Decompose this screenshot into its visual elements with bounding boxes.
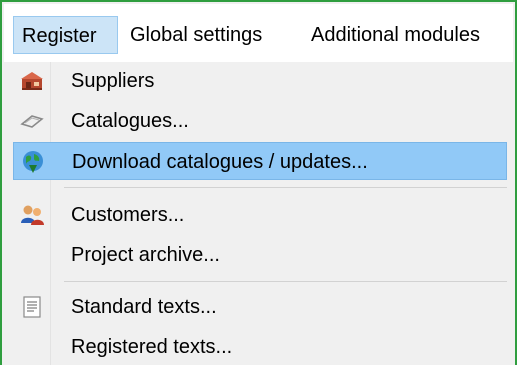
document-text-icon xyxy=(19,294,45,320)
register-dropdown: Suppliers Catalogues... Download catalog… xyxy=(4,62,513,365)
menu-additional-modules[interactable]: Additional modules xyxy=(311,16,480,54)
menu-item-label: Download catalogues / updates... xyxy=(72,151,368,173)
globe-download-icon xyxy=(20,149,46,175)
menu-item-label: Standard texts... xyxy=(71,296,217,318)
menu-separator xyxy=(64,281,507,282)
menu-item-label: Customers... xyxy=(71,204,185,226)
suppliers-icon xyxy=(19,68,45,94)
menu-item-customers[interactable]: Customers... xyxy=(13,196,507,234)
menu-item-catalogues[interactable]: Catalogues... xyxy=(13,102,507,140)
menu-item-standard-texts[interactable]: Standard texts... xyxy=(13,288,507,326)
menu-global-settings[interactable]: Global settings xyxy=(130,16,262,54)
catalogue-icon xyxy=(19,108,45,134)
menu-item-label: Project archive... xyxy=(71,244,220,266)
menu-item-label: Suppliers xyxy=(71,70,155,92)
menu-bar: Register Global settings Additional modu… xyxy=(4,4,513,62)
menu-item-registered-texts[interactable]: Registered texts... xyxy=(13,328,507,366)
customers-icon xyxy=(19,202,45,228)
menu-item-project-archive[interactable]: Project archive... xyxy=(13,236,507,274)
menu-item-label: Catalogues... xyxy=(71,110,189,132)
menu-item-suppliers[interactable]: Suppliers xyxy=(13,62,507,100)
menu-separator xyxy=(64,187,507,188)
menu-item-label: Registered texts... xyxy=(71,336,233,358)
menu-item-download-catalogues[interactable]: Download catalogues / updates... xyxy=(13,142,507,180)
app-frame: Register Global settings Additional modu… xyxy=(0,0,517,365)
menu-register[interactable]: Register xyxy=(13,16,118,54)
